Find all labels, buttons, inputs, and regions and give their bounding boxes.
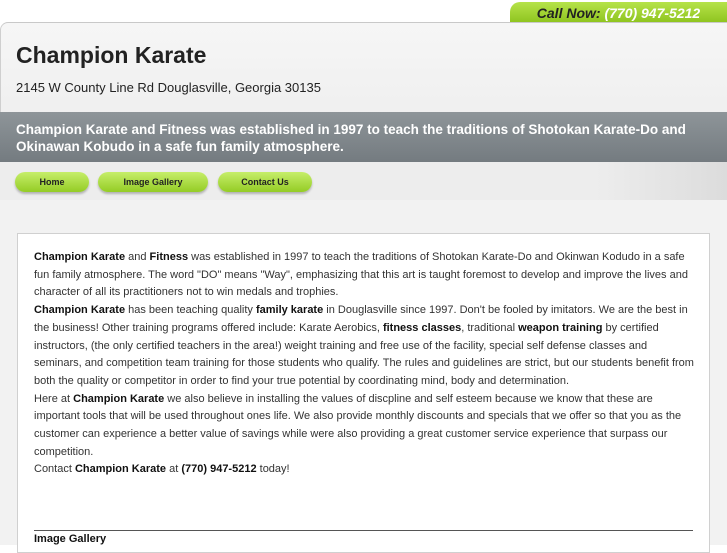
call-now-label: Call Now: bbox=[536, 5, 601, 21]
paragraph-intro: Champion Karate and Fitness was establis… bbox=[34, 251, 688, 299]
nav-contact-us-button[interactable]: Contact Us bbox=[218, 172, 312, 192]
bold-fitness-classes: fitness classes bbox=[382, 321, 462, 334]
section-divider bbox=[34, 530, 693, 531]
bold-name: Champion Karate bbox=[34, 251, 126, 263]
bold-fitness: Fitness bbox=[149, 251, 189, 263]
nav-home-button[interactable]: Home bbox=[15, 172, 89, 192]
image-gallery-heading: Image Gallery bbox=[34, 533, 107, 545]
bold-name: Champion Karate bbox=[73, 392, 165, 405]
site-title[interactable]: Champion Karate bbox=[16, 42, 206, 69]
bold-weapon-training: weapon training bbox=[518, 321, 603, 334]
bold-family-karate: family karate bbox=[255, 304, 324, 317]
phone-number[interactable]: (770) 947-5212 bbox=[604, 5, 700, 21]
tagline: Champion Karate and Fitness was establis… bbox=[16, 122, 686, 154]
content-text: Champion Karate and Fitness was establis… bbox=[34, 249, 694, 479]
paragraph-contact: Contact Champion Karate at (770) 947-521… bbox=[34, 463, 290, 476]
bold-name: Champion Karate bbox=[34, 304, 126, 317]
paragraph-values: Here at Champion Karate we also believe … bbox=[34, 392, 682, 458]
call-now-banner[interactable]: Call Now: (770) 947-5212 bbox=[510, 2, 727, 24]
bold-name: Champion Karate bbox=[74, 463, 167, 476]
nav-image-gallery-button[interactable]: Image Gallery bbox=[98, 172, 208, 192]
address: 2145 W County Line Rd Douglasville, Geor… bbox=[16, 80, 321, 95]
paragraph-programs: Champion Karate has been teaching qualit… bbox=[34, 304, 694, 387]
bold-phone: (770) 947-5212 bbox=[181, 463, 257, 476]
